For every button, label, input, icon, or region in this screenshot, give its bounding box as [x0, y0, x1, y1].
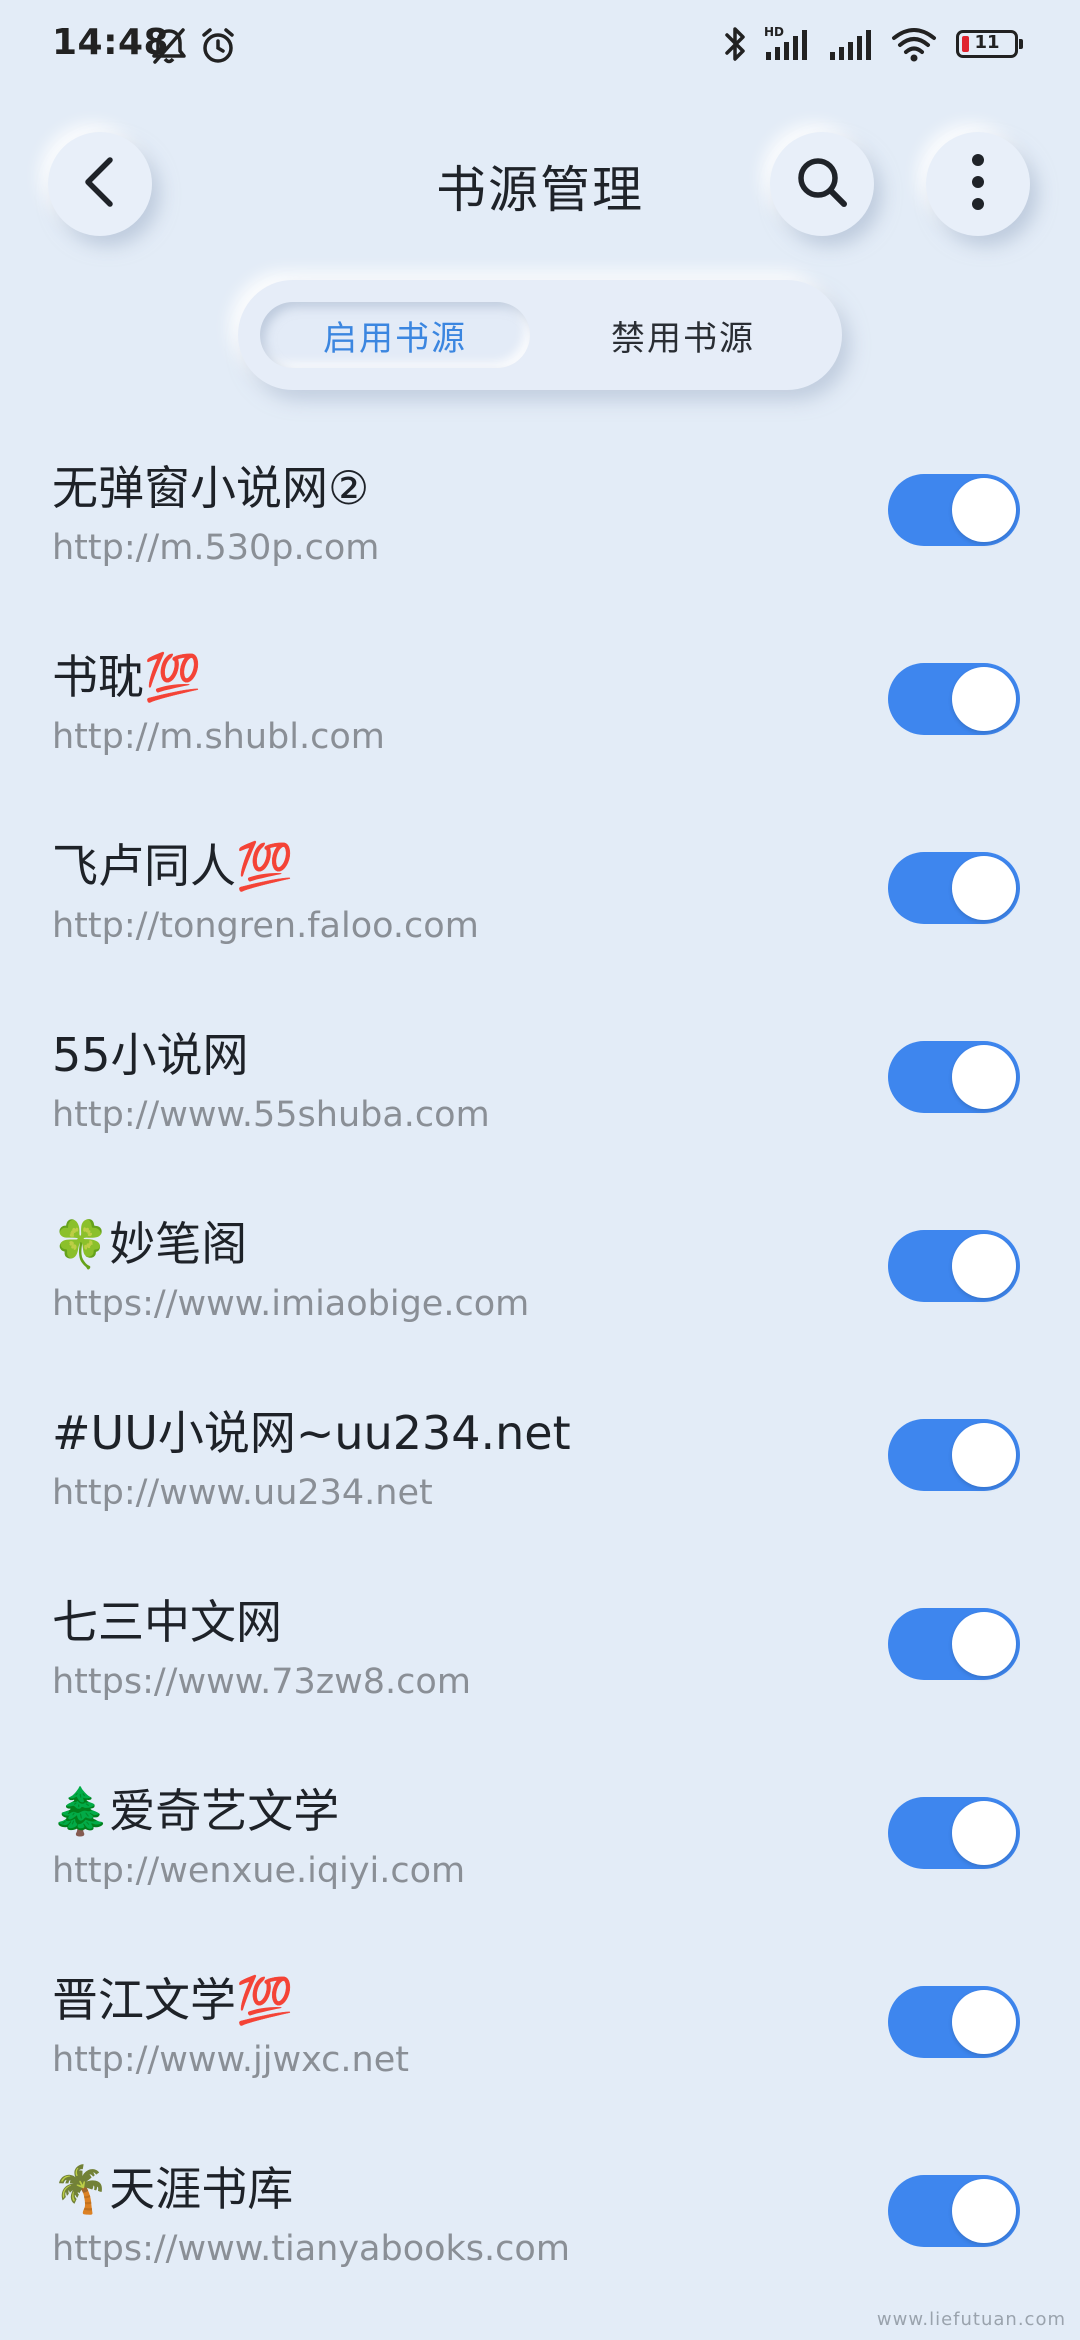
toggle-knob [952, 1990, 1016, 2054]
toggle-knob [952, 1045, 1016, 1109]
status-right-icons: HD 11 [722, 24, 1023, 64]
tab-enabled-sources[interactable]: 启用书源 [260, 302, 530, 368]
list-item[interactable]: 55小说网 http://www.55shuba.com [0, 999, 1080, 1188]
status-bar: 14:48 HD 11 [0, 0, 1080, 96]
source-name: 无弹窗小说网② [52, 461, 370, 515]
source-url: http://www.jjwxc.net [52, 2040, 409, 2080]
source-enable-toggle[interactable] [888, 474, 1020, 546]
list-item[interactable]: #UU小说网~uu234.net http://www.uu234.net [0, 1377, 1080, 1566]
list-item[interactable]: 🌴天涯书库 https://www.tianyabooks.com [0, 2133, 1080, 2322]
source-enable-toggle[interactable] [888, 1419, 1020, 1491]
source-url: https://www.imiaobige.com [52, 1284, 530, 1324]
toggle-knob [952, 667, 1016, 731]
toggle-knob [952, 1801, 1016, 1865]
toggle-knob [952, 1423, 1016, 1487]
source-url: http://wenxue.iqiyi.com [52, 1851, 466, 1891]
source-name: 飞卢同人💯 [52, 839, 294, 893]
battery-icon: 11 [956, 30, 1023, 58]
list-item[interactable]: 🍀妙笔阁 https://www.imiaobige.com [0, 1188, 1080, 1377]
toggle-knob [952, 1234, 1016, 1298]
page-title: 书源管理 [436, 161, 644, 219]
bell-off-icon [150, 26, 188, 70]
alarm-icon [198, 26, 238, 70]
more-vertical-icon [968, 150, 988, 218]
svg-text:HD: HD [764, 25, 784, 39]
bluetooth-icon [722, 24, 748, 64]
toggle-knob [952, 2179, 1016, 2243]
source-enable-toggle[interactable] [888, 1041, 1020, 1113]
list-item[interactable]: 七三中文网 https://www.73zw8.com [0, 1566, 1080, 1755]
source-name: 🍀妙笔阁 [52, 1217, 248, 1271]
source-url: http://m.shubl.com [52, 717, 385, 757]
source-enable-toggle[interactable] [888, 2175, 1020, 2247]
source-enable-toggle[interactable] [888, 663, 1020, 735]
status-left-icons [150, 26, 238, 70]
source-enable-toggle[interactable] [888, 1986, 1020, 2058]
source-url: http://m.530p.com [52, 528, 380, 568]
source-name: 55小说网 [52, 1028, 249, 1082]
hd-signal-icon: HD [762, 24, 814, 64]
watermark: www.liefutuan.com [876, 2309, 1066, 2330]
source-url: http://tongren.faloo.com [52, 906, 479, 946]
source-url: https://www.tianyabooks.com [52, 2229, 570, 2269]
source-name: 书耽💯 [52, 650, 202, 704]
tab-disabled-sources[interactable]: 禁用书源 [548, 302, 818, 368]
source-enable-toggle[interactable] [888, 1797, 1020, 1869]
source-name: 七三中文网 [52, 1595, 282, 1649]
search-button[interactable] [770, 132, 874, 236]
list-item[interactable]: 书耽💯 http://m.shubl.com [0, 621, 1080, 810]
source-url: https://www.73zw8.com [52, 1662, 471, 1702]
source-name: 🌲爱奇艺文学 [52, 1784, 340, 1838]
more-options-button[interactable] [926, 132, 1030, 236]
toggle-knob [952, 856, 1016, 920]
source-filter-tabs: 启用书源 禁用书源 [238, 280, 842, 390]
source-url: http://www.55shuba.com [52, 1095, 490, 1135]
wifi-icon [890, 24, 938, 64]
battery-level: 11 [974, 32, 1000, 53]
source-enable-toggle[interactable] [888, 852, 1020, 924]
source-url: http://www.uu234.net [52, 1473, 433, 1513]
search-icon [794, 154, 850, 214]
list-item[interactable]: 晋江文学💯 http://www.jjwxc.net [0, 1944, 1080, 2133]
signal-icon [828, 24, 876, 64]
source-enable-toggle[interactable] [888, 1230, 1020, 1302]
toggle-knob [952, 1612, 1016, 1676]
list-item[interactable]: 飞卢同人💯 http://tongren.faloo.com [0, 810, 1080, 999]
list-item[interactable]: 🌲爱奇艺文学 http://wenxue.iqiyi.com [0, 1755, 1080, 1944]
source-enable-toggle[interactable] [888, 1608, 1020, 1680]
list-item[interactable]: 无弹窗小说网② http://m.530p.com [0, 432, 1080, 621]
toggle-knob [952, 478, 1016, 542]
source-name: 🌴天涯书库 [52, 2162, 294, 2216]
source-name: #UU小说网~uu234.net [52, 1406, 571, 1460]
source-name: 晋江文学💯 [52, 1973, 294, 2027]
